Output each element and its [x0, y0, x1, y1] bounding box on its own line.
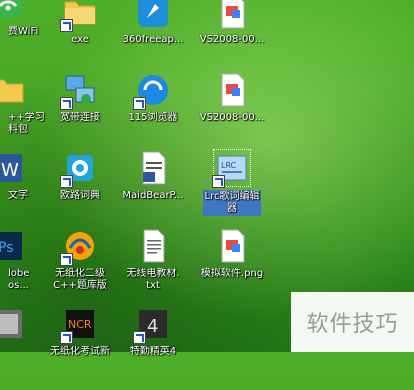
shortcut-arrow-icon — [60, 97, 73, 110]
desktop-icon-label: 360freeap... — [122, 34, 184, 45]
desktop-icon-sim-software[interactable]: 模拟软件.png — [190, 228, 274, 312]
desktop-icon-label: 无纸化考试新 — [50, 346, 110, 357]
desktop-icon-radio-textbook[interactable]: 无线电教材. txt — [111, 228, 195, 312]
desktop-icon-maidbear[interactable]: MaidBearP... — [111, 150, 195, 234]
shortcut-arrow-icon — [133, 331, 146, 344]
shortcut-arrow-icon — [60, 19, 73, 32]
exam-app-icon — [60, 228, 98, 266]
network-icon — [60, 72, 98, 110]
image-file-icon — [214, 72, 250, 108]
shortcut-arrow-icon — [60, 175, 73, 188]
desktop-icon-label: 特勤精英4 — [129, 346, 177, 357]
image-file-icon — [214, 228, 250, 264]
desktop-icon-label: 宽带连接 — [60, 112, 100, 123]
lyrics-editor-icon: LRC — [212, 149, 251, 188]
desktop-icon-broadband[interactable]: 宽带连接 — [38, 72, 122, 156]
desktop-icon-label: 115浏览器 — [128, 112, 178, 123]
browser-icon — [133, 72, 171, 110]
shortcut-arrow-icon — [60, 253, 73, 266]
desktop-icon-label: VS2008-00... — [199, 112, 265, 123]
dictionary-icon — [60, 150, 98, 188]
shortcut-arrow-icon — [212, 175, 225, 188]
desktop-icon-paperless-cpp[interactable]: 无纸化二级 C++题库版 — [38, 228, 122, 312]
desktop-icon-label: VS2008-00... — [199, 34, 265, 45]
game-icon: 4 — [133, 306, 171, 344]
desktop-icon-360freeap[interactable]: 360freeap... — [111, 0, 195, 78]
image-file-icon — [214, 0, 250, 30]
folder-icon — [0, 72, 26, 108]
word-doc-icon: W — [0, 150, 26, 186]
folder-icon — [60, 0, 98, 32]
media-icon — [0, 306, 26, 342]
desktop-icon-ncr-exam[interactable]: NCR 无纸化考试新 — [38, 306, 122, 390]
rocket-icon — [135, 0, 171, 30]
desktop-icon-vs2008-1[interactable]: VS2008-00... — [190, 0, 274, 78]
photoshop-icon: Ps — [0, 228, 26, 264]
desktop-icon-label: Lrc歌词编辑 器 — [202, 190, 262, 216]
desktop-icon-eudic[interactable]: 欧路词典 — [38, 150, 122, 234]
desktop-icon-label: MaidBearP... — [122, 190, 184, 201]
svg-text:NCR: NCR — [68, 318, 92, 331]
svg-text:W: W — [1, 160, 19, 181]
desktop-icon-label: 无线电教材. txt — [126, 268, 180, 291]
desktop-icon-exe[interactable]: exe — [38, 0, 122, 78]
desktop-icon-label: 模拟软件.png — [200, 268, 264, 279]
desktop-icon-label: 无纸化二级 C++题库版 — [53, 268, 107, 291]
svg-text:Ps: Ps — [0, 240, 14, 256]
document-icon — [135, 150, 171, 186]
desktop-icon-label: exe — [71, 34, 89, 45]
svg-text:4: 4 — [147, 316, 158, 337]
desktop-icon-special-forces-4[interactable]: 4 特勤精英4 — [111, 306, 195, 390]
ncr-app-icon: NCR — [60, 306, 98, 344]
desktop-icon-vs2008-2[interactable]: VS2008-00... — [190, 72, 274, 156]
wifi-icon — [0, 0, 26, 22]
desktop-icon-label: 欧路词典 — [60, 190, 100, 201]
svg-text:LRC: LRC — [221, 161, 237, 170]
desktop-icon-115-browser[interactable]: 115浏览器 — [111, 72, 195, 156]
desktop-icon-lrc-editor[interactable]: LRC Lrc歌词编辑 器 — [190, 149, 274, 234]
shortcut-arrow-icon — [133, 97, 146, 110]
text-file-icon — [135, 228, 171, 264]
shortcut-arrow-icon — [60, 331, 73, 344]
watermark: 软件技巧 — [291, 292, 414, 352]
